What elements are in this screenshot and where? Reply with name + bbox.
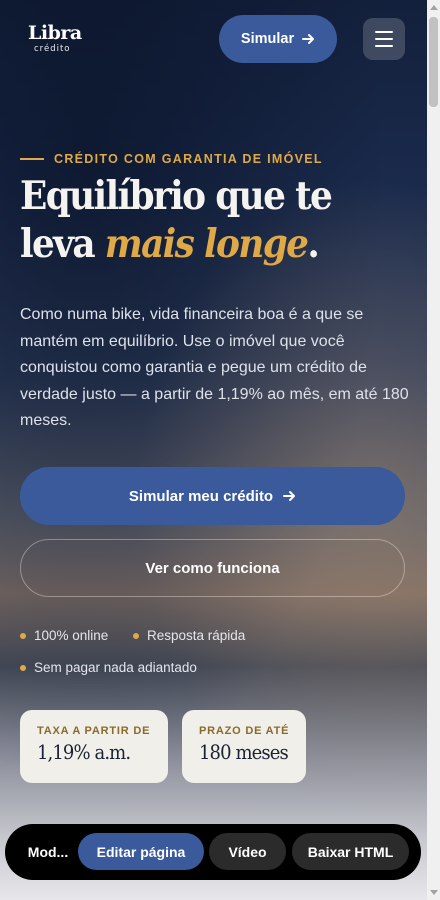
stat-card-term: PRAZO DE ATÉ 180 meses [182,710,306,783]
hamburger-menu-icon [375,31,393,33]
simulate-credit-label: Simular meu crédito [128,487,274,505]
eyebrow-line [20,158,44,160]
simulate-button-label: Simular [240,31,295,47]
editor-toolbar: Mod... Editar página Vídeo Baixar HTML [5,824,421,880]
headline-line-2-suffix: . [307,221,319,267]
feature-item: Resposta rápida [133,628,245,643]
logo[interactable]: Libra crédito [28,24,88,56]
hero-eyebrow: CRÉDITO COM GARANTIA DE IMÓVEL [20,152,323,166]
edit-page-button[interactable]: Editar página [78,833,204,870]
arrow-right-icon [302,34,315,44]
stat-label: PRAZO DE ATÉ [199,725,290,737]
arrow-right-icon [283,491,296,501]
hero-lead: Como numa bike, vida financeira boa é a … [20,306,409,429]
stat-value: 180 meses [199,740,289,764]
logo-subtitle: crédito [34,44,71,54]
feature-label: Resposta rápida [147,628,246,643]
feature-label: 100% online [34,628,109,643]
headline-line-1: Equilíbrio que te [20,173,333,219]
menu-button[interactable] [363,18,405,60]
video-button[interactable]: Vídeo [209,833,286,870]
logo-wordmark: Libra [28,22,82,44]
hero-headline: Equilíbrio que te leva mais longe. [20,172,379,268]
headline-line-2-prefix: leva [20,221,105,267]
how-it-works-button[interactable]: Ver como funciona [20,539,405,597]
stat-card-rate: TAXA A PARTIR DE 1,19% a.m. [20,710,168,783]
stat-value: 1,19% a.m. [37,740,131,764]
scroll-down-icon[interactable] [430,890,438,895]
headline-accent: mais longe [104,221,309,267]
bullet-dot-icon [20,664,26,671]
bullet-dot-icon [133,632,139,639]
mode-button[interactable]: Mod... [15,833,81,870]
scrollbar[interactable] [427,0,440,900]
scroll-up-icon[interactable] [430,5,438,10]
feature-label: Sem pagar nada adiantado [34,660,197,675]
how-it-works-label: Ver como funciona [145,559,280,577]
feature-item: 100% online [20,628,108,643]
download-html-button[interactable]: Baixar HTML [292,833,409,870]
feature-item: Sem pagar nada adiantado [20,660,197,675]
bullet-dot-icon [20,632,26,639]
stat-label: TAXA A PARTIR DE [37,725,151,737]
simulate-credit-button[interactable]: Simular meu crédito [20,467,405,525]
scrollbar-thumb[interactable] [429,17,438,107]
simulate-button[interactable]: Simular [219,15,337,63]
eyebrow-text: CRÉDITO COM GARANTIA DE IMÓVEL [54,152,323,166]
